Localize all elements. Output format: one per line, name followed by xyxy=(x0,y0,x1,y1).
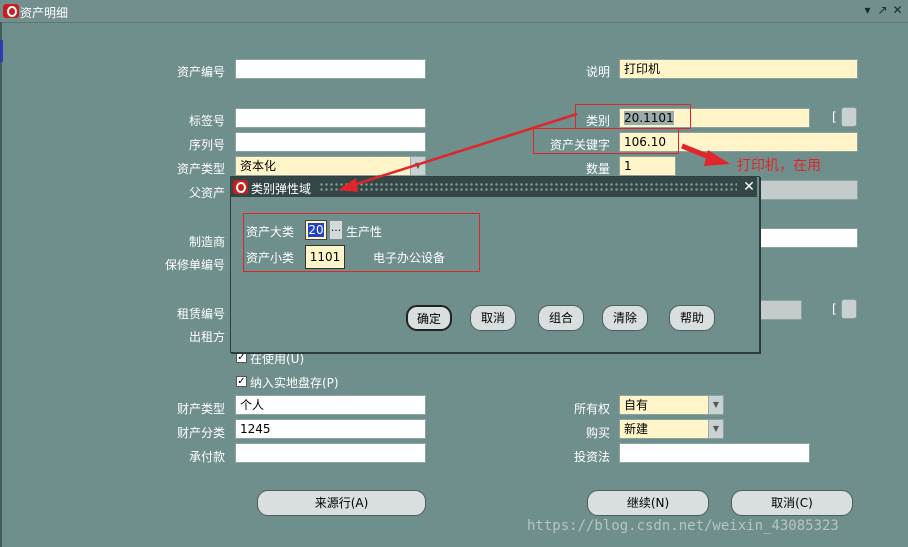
annotation-note: 打印机，在用 xyxy=(737,158,821,174)
arrow-head-icon xyxy=(338,178,358,192)
arrow-to-dialog xyxy=(349,112,578,188)
watermark: https://blog.csdn.net/weixin_43085323 xyxy=(527,518,839,534)
arrow-head-icon xyxy=(704,150,730,166)
annotation-arrows xyxy=(338,112,730,192)
